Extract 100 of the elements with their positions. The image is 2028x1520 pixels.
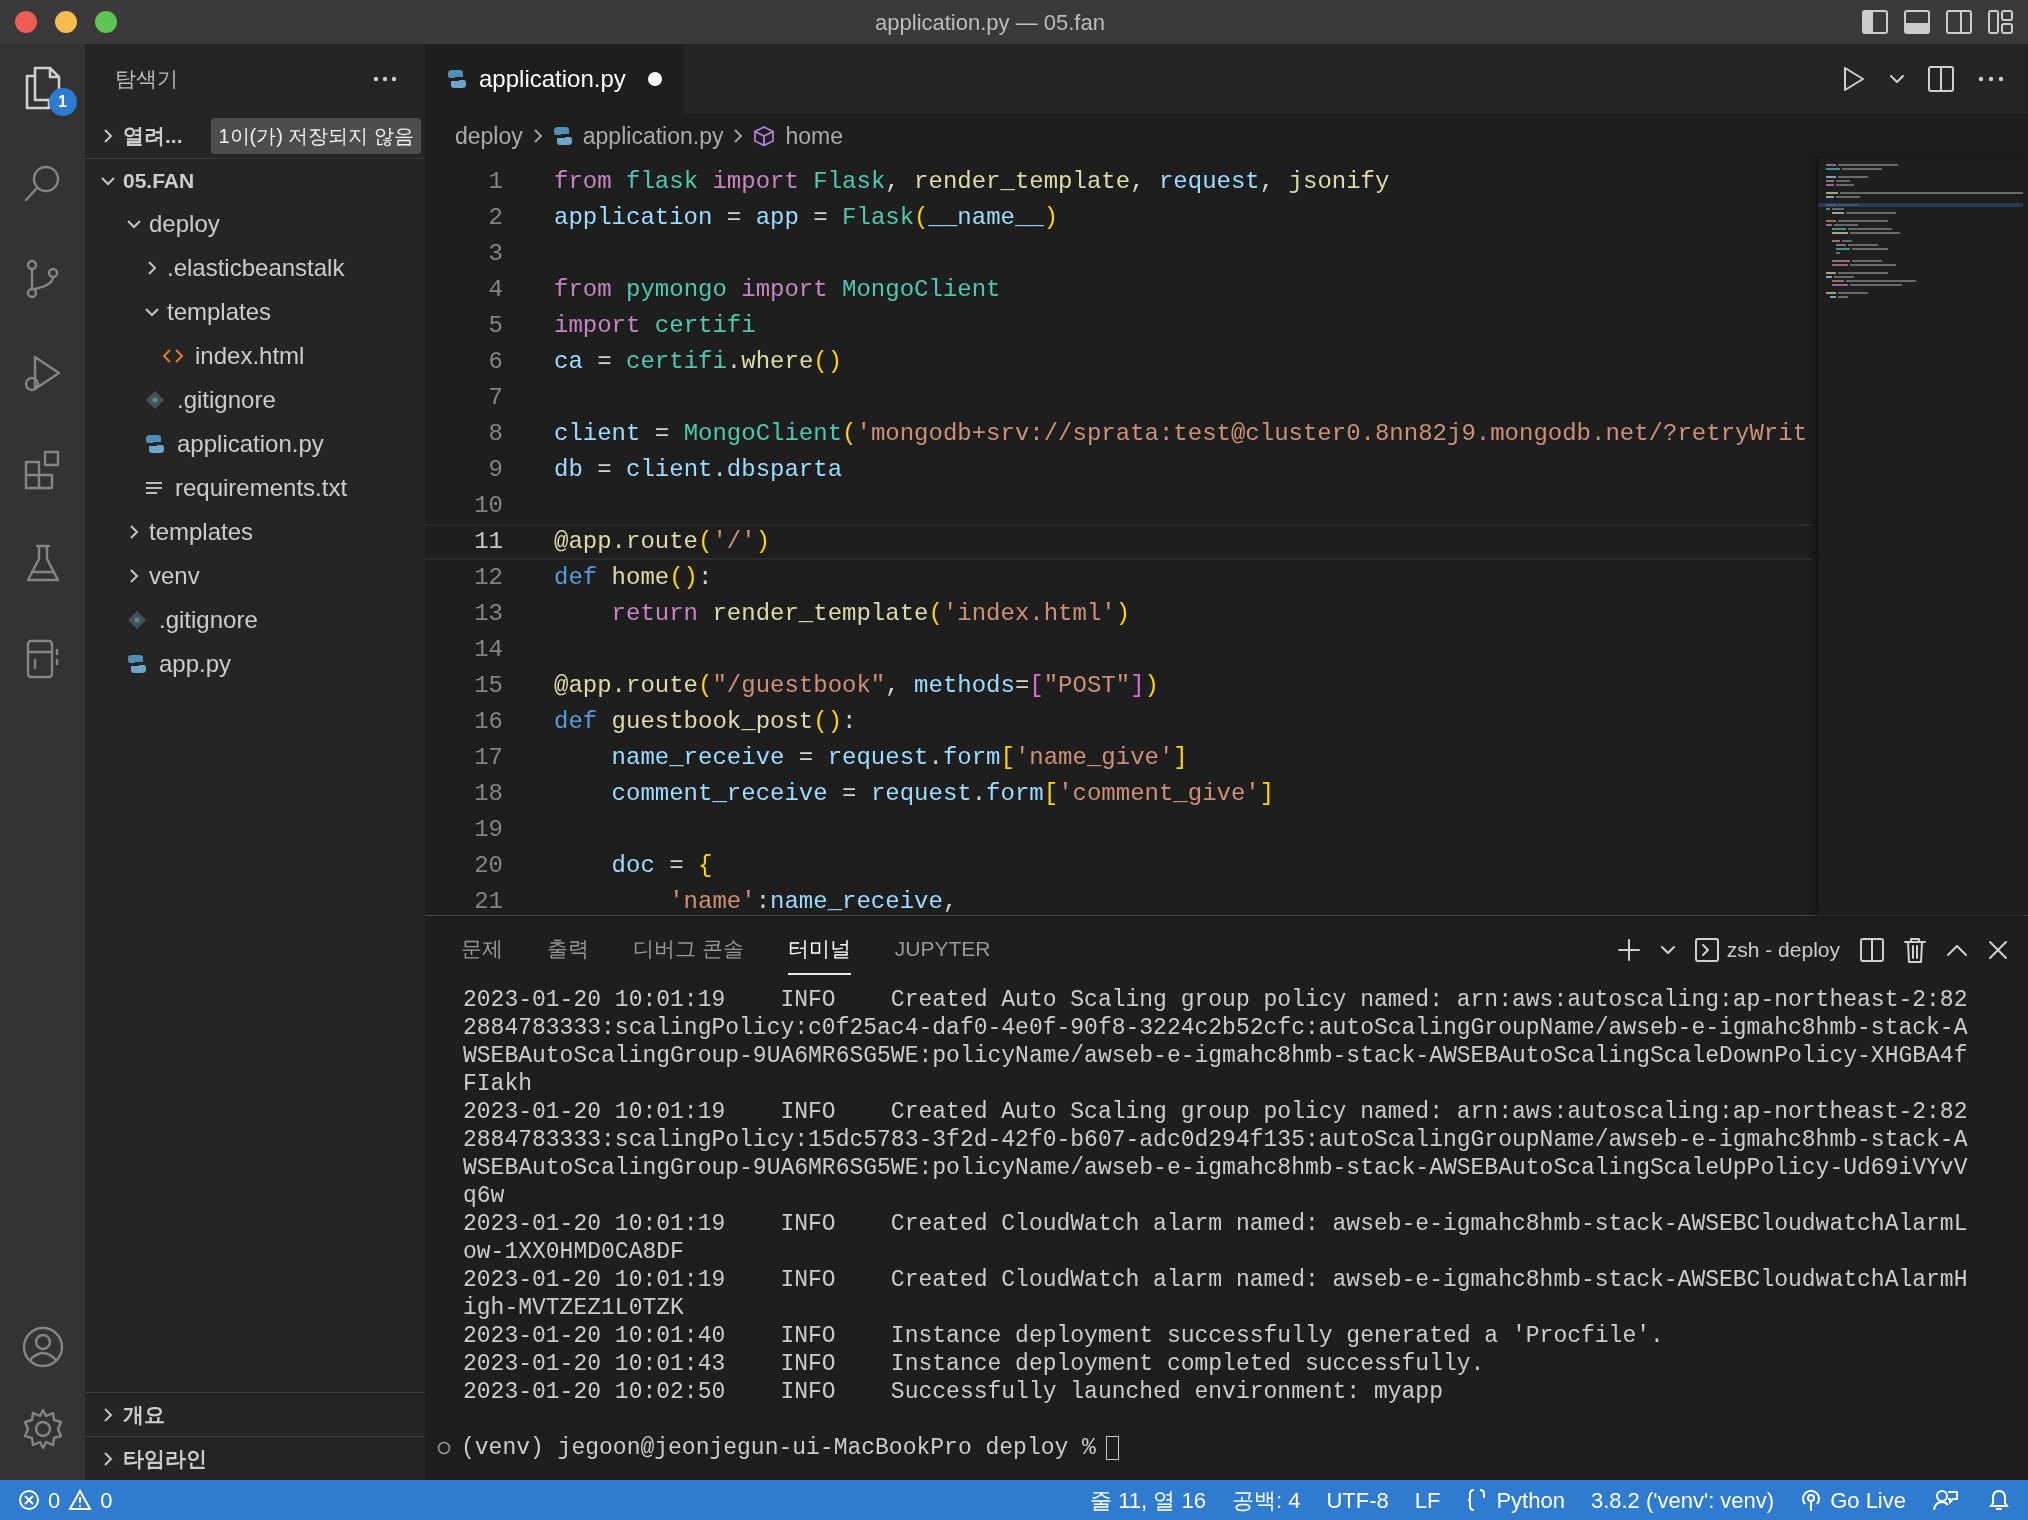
bell-icon[interactable] [1988,1488,2010,1512]
code-line: @app.route('/') [554,527,771,557]
line-number: 10 [473,491,503,521]
panel-tab[interactable]: JUPYTER [894,925,991,975]
code-line: ca = certifi.where() [554,347,843,377]
window-title: application.py — 05.fan [874,8,1106,37]
terminal-line: 2884783333:scalingPolicy:15dc5783-3f2d-42f0-b607-adc0d294f135:autoScalingGroupName/awseb-e-igmahc8hmb-stack-A [463,1126,1969,1154]
problems-indicator[interactable]: 0 0 [18,1483,113,1517]
python-icon [447,69,467,89]
account-icon[interactable] [21,1326,64,1368]
file-item[interactable]: application.py [85,422,425,466]
breadcrumb-item[interactable]: application.py [552,118,724,154]
file-item[interactable]: .gitignore [85,598,425,642]
status-item[interactable]: Python [1466,1483,1565,1517]
chevron-icon [532,128,543,144]
file-item[interactable]: app.py [85,642,425,686]
more-actions-icon[interactable] [1978,76,2004,82]
status-item[interactable]: 줄 11, 열 16 [1090,1483,1206,1517]
explorer-title: 탐색기 [115,66,178,93]
error-icon [18,1489,40,1511]
run-icon[interactable] [1842,66,1866,92]
terminal-line: FIakh [463,1070,533,1098]
line-number: 7 [487,383,503,413]
caret-icon[interactable] [1890,74,1904,84]
caret-icon[interactable] [1660,945,1675,955]
line-number: 13 [473,599,503,629]
chevron-icon[interactable] [145,261,159,275]
chevron-icon[interactable] [101,1407,115,1422]
code-line: db = client.dbsparta [554,455,843,485]
window-controls-drawing[interactable] [14,10,118,34]
terminal-line: WSEBAutoScalingGroup-9UA6MR6SG5WE:policyName/awseb-e-igmahc8hmb-stack-AWSEBAutoScalingScaleUpPolicy-Ud69iVYvV [463,1154,1969,1182]
file-item[interactable]: .gitignore [85,378,425,422]
file-item[interactable]: index.html [85,334,425,378]
chevron-icon[interactable] [127,569,141,583]
terminal-selector[interactable]: zsh - deploy [1694,934,1840,966]
status-item[interactable]: 공백: 4 [1231,1483,1301,1517]
file-item[interactable]: requirements.txt [85,466,425,510]
lines-icon [145,480,163,496]
status-item[interactable]: Go Live [1800,1483,1906,1517]
folder-header[interactable]: 05.FAN [123,164,195,197]
panel-tab[interactable]: 출력 [547,925,589,975]
terminal-line: 2023-01-20 10:01:19 INFO Created CloudWatch alarm named: awseb-e-igmahc8hmb-stack-AWSEBCloudwatchAlarmL [463,1210,1969,1238]
folder-item[interactable]: templates [85,290,425,334]
code-line: import certifi [554,311,756,341]
line-number: 18 [473,779,503,809]
split-terminal-icon[interactable] [1860,938,1884,962]
status-item[interactable]: 3.8.2 ('venv': venv) [1590,1483,1775,1517]
chevron-icon[interactable] [145,305,159,319]
panel-tab[interactable]: 문제 [461,925,503,975]
chevron-icon[interactable] [101,1451,115,1466]
panel-toggle-icon[interactable] [1904,10,1930,34]
python-icon [127,654,147,674]
terminal-line: ow-1XX0HMD0CA8DF [463,1238,685,1266]
split-layout-icon[interactable] [1946,10,1972,34]
code-line: from pymongo import MongoClient [554,275,1001,305]
panel-tab[interactable]: 디버그 콘솔 [633,925,744,975]
split-editor-icon[interactable] [1928,66,1954,92]
terminal-line: 2023-01-20 10:01:43 INFO Instance deployment completed successfully. [463,1350,1486,1378]
chevron-icon[interactable] [127,217,141,231]
terminal-line: 2023-01-20 10:02:50 INFO Successfully launched environment: myapp [463,1378,1444,1406]
terminal-line: igh-MVTZEZ1L0TZK [463,1294,685,1322]
code-line: def guestbook_post(): [554,707,857,737]
status-item[interactable]: LF [1414,1483,1441,1517]
add-icon[interactable] [1616,938,1641,962]
close-icon[interactable] [1988,940,2008,960]
chevron-up-icon[interactable] [1946,943,1968,957]
line-number: 19 [473,815,503,845]
code-line: 'name':name_receive, [668,887,958,915]
line-number: 3 [487,239,503,269]
more-actions-icon[interactable] [373,76,397,82]
section-header[interactable]: 개요 [123,1398,165,1431]
section-header[interactable]: 타임라인 [123,1442,207,1475]
trash-icon[interactable] [1904,937,1926,963]
code-brackets-icon [163,348,183,364]
editor-tab[interactable]: application.py [425,44,684,114]
terminal-line: 2023-01-20 10:01:19 INFO Created Auto Scaling group policy named: arn:aws:autoscaling:ap-northeast-2:82 [463,986,1969,1014]
status-item[interactable]: UTF-8 [1326,1483,1389,1517]
folder-item[interactable]: deploy [85,202,425,246]
code-line: application = app = Flask(__name__) [554,203,1059,233]
folder-item[interactable]: venv [85,554,425,598]
line-number: 2 [487,203,503,233]
folder-item[interactable]: templates [85,510,425,554]
code-line: name_receive = request.form['name_give'] [610,743,1188,773]
section-header[interactable]: 열려... [123,120,183,152]
chevron-icon[interactable] [127,525,141,539]
warning-icon [68,1489,93,1511]
terminal-icon [1694,938,1719,962]
breadcrumb-item[interactable]: deploy [455,118,523,154]
layout-icon[interactable] [1988,10,2014,34]
line-number: 1 [487,167,503,197]
chevron-icon[interactable] [101,129,115,143]
breadcrumb-item[interactable]: home [753,118,843,154]
python-icon [552,126,573,146]
line-number: 4 [487,275,503,305]
sidebar-toggle-icon[interactable] [1862,10,1888,34]
folder-item[interactable]: .elasticbeanstalk [85,246,425,290]
feedback-icon[interactable] [1932,1488,1958,1512]
settings-icon[interactable] [21,1408,64,1450]
panel-tab[interactable]: 터미널 [787,925,851,975]
code-line: doc = { [610,851,713,881]
